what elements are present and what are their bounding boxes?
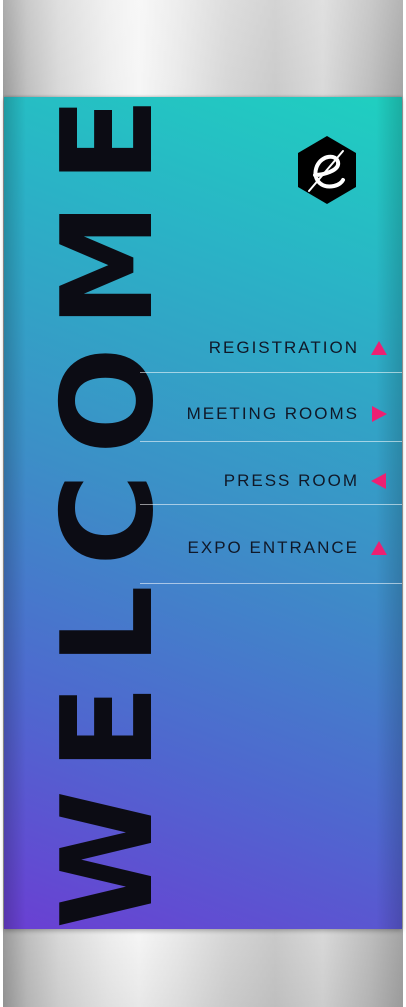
divider-line [140, 583, 402, 584]
up-arrow-icon [371, 341, 387, 355]
banner-shading-left [4, 97, 26, 929]
pillar-shade [3, 927, 403, 1007]
signage-scene: W E L C O M E REGISTRATION MEETING ROOMS [0, 0, 406, 1007]
divider-line [140, 504, 402, 505]
up-arrow-icon [371, 541, 387, 555]
welcome-banner: W E L C O M E REGISTRATION MEETING ROOMS [4, 97, 402, 929]
direction-item-press-room: PRESS ROOM [140, 462, 402, 500]
pillar-shine [3, 0, 403, 100]
direction-label: MEETING ROOMS [186, 404, 359, 423]
direction-item-registration: REGISTRATION [140, 329, 402, 367]
direction-label: REGISTRATION [208, 338, 359, 357]
direction-item-expo-entrance: EXPO ENTRANCE [140, 529, 402, 567]
direction-label: PRESS ROOM [223, 471, 359, 490]
divider-line [140, 441, 402, 442]
divider-line [140, 372, 402, 373]
left-arrow-icon [371, 473, 386, 489]
direction-label: EXPO ENTRANCE [187, 538, 359, 557]
right-arrow-icon [372, 406, 387, 422]
direction-item-meeting-rooms: MEETING ROOMS [140, 395, 402, 433]
directions-list: REGISTRATION MEETING ROOMS PRESS ROOM EX… [140, 97, 402, 929]
